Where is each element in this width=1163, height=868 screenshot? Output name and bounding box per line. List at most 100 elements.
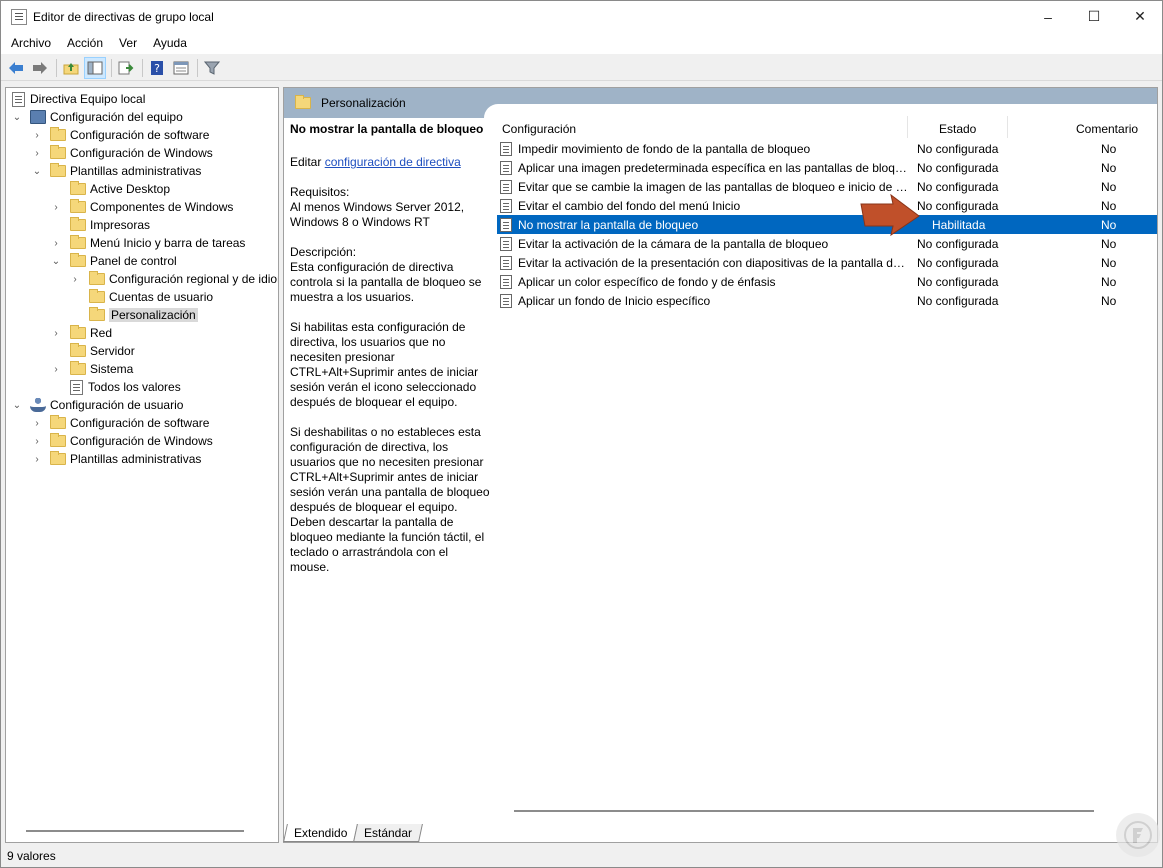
- policy-row[interactable]: Impedir movimiento de fondo de la pantal…: [497, 139, 1157, 158]
- tree-item-red[interactable]: › Red: [51, 324, 112, 342]
- app-window: Editor de directivas de grupo local – ☐ …: [0, 0, 1163, 868]
- chevron-right-icon[interactable]: ›: [32, 436, 42, 447]
- menu-accion[interactable]: Acción: [61, 36, 109, 50]
- tree-item-todos[interactable]: Todos los valores: [70, 378, 181, 396]
- tab-estandar[interactable]: Estándar: [353, 824, 424, 842]
- maximize-button[interactable]: ☐: [1071, 1, 1117, 32]
- tree-item-sistema[interactable]: › Sistema: [51, 360, 133, 378]
- export-list-icon[interactable]: [115, 57, 137, 79]
- up-folder-icon[interactable]: [60, 57, 82, 79]
- chevron-down-icon[interactable]: ⌄: [12, 400, 22, 411]
- toolbar-separator: [197, 58, 198, 77]
- policy-setting-icon: [500, 255, 512, 270]
- svg-text:?: ?: [154, 62, 160, 75]
- policy-row-selected[interactable]: No mostrar la pantalla de bloqueo Habilit…: [497, 215, 1157, 234]
- policy-row[interactable]: Aplicar un color específico de fondo y d…: [497, 272, 1157, 291]
- policy-row[interactable]: Evitar la activación de la presentación …: [497, 253, 1157, 272]
- tree-item-impresoras[interactable]: Impresoras: [70, 216, 150, 234]
- chevron-right-icon[interactable]: ›: [51, 238, 61, 249]
- tree-item-plantillas[interactable]: ⌄ Plantillas administrativas: [32, 162, 201, 180]
- title-bar: Editor de directivas de grupo local – ☐ …: [1, 1, 1162, 32]
- view-tabs: Extendido Estándar: [283, 822, 424, 842]
- all-settings-icon: [70, 379, 83, 395]
- tree-item-user-software[interactable]: › Configuración de software: [32, 414, 209, 432]
- toolbar-separator: [56, 58, 57, 77]
- tab-extendido[interactable]: Extendido: [283, 824, 359, 842]
- folder-icon: [50, 415, 66, 429]
- chevron-right-icon[interactable]: ›: [32, 130, 42, 141]
- policy-row[interactable]: Aplicar un fondo de Inicio específico No …: [497, 291, 1157, 310]
- close-button[interactable]: ✕: [1117, 1, 1163, 32]
- chevron-right-icon[interactable]: ›: [32, 148, 42, 159]
- menu-bar: Archivo Acción Ver Ayuda: [1, 32, 1162, 54]
- policy-row[interactable]: Evitar el cambio del fondo del menú Inic…: [497, 196, 1157, 215]
- folder-icon: [50, 127, 66, 141]
- minimize-button[interactable]: –: [1025, 1, 1071, 32]
- properties-icon[interactable]: [170, 57, 192, 79]
- chevron-right-icon[interactable]: ›: [70, 274, 80, 285]
- column-header-comment[interactable]: Comentario: [1076, 118, 1138, 140]
- policy-row[interactable]: Evitar que se cambie la imagen de las pa…: [497, 177, 1157, 196]
- tree-item-cuentas[interactable]: Cuentas de usuario: [89, 288, 213, 306]
- tree-item-servidor[interactable]: Servidor: [70, 342, 135, 360]
- chevron-right-icon[interactable]: ›: [32, 454, 42, 465]
- chevron-right-icon[interactable]: ›: [32, 418, 42, 429]
- tree-item-personalizacion[interactable]: Personalización: [89, 306, 198, 324]
- status-bar: 9 valores: [1, 844, 1162, 868]
- folder-icon: [70, 253, 86, 267]
- policy-setting-icon: [500, 236, 512, 251]
- show-hide-tree-icon[interactable]: [84, 56, 106, 79]
- status-count: 9 valores: [7, 849, 56, 863]
- policy-row[interactable]: Aplicar una imagen predeterminada especí…: [497, 158, 1157, 177]
- tree-item-software[interactable]: › Configuración de software: [32, 126, 209, 144]
- tree-item-configuracion-equipo[interactable]: ⌄ Configuración del equipo: [12, 108, 183, 126]
- forward-arrow-icon[interactable]: [29, 57, 51, 79]
- chevron-right-icon[interactable]: ›: [51, 328, 61, 339]
- column-separator[interactable]: [907, 116, 908, 138]
- folder-icon: [70, 325, 86, 339]
- tree-item-windows[interactable]: › Configuración de Windows: [32, 144, 213, 162]
- policy-setting-icon: [500, 293, 512, 308]
- back-arrow-icon[interactable]: [5, 57, 27, 79]
- tree-item-panel-control[interactable]: ⌄ Panel de control: [51, 252, 177, 270]
- tree-item-componentes[interactable]: › Componentes de Windows: [51, 198, 233, 216]
- details-scrollbar[interactable]: [514, 810, 1094, 812]
- chevron-right-icon[interactable]: ›: [51, 202, 61, 213]
- folder-icon: [70, 181, 86, 195]
- folder-icon: [70, 361, 86, 375]
- header-curve: [484, 104, 1157, 124]
- chevron-down-icon[interactable]: ⌄: [12, 112, 22, 123]
- menu-archivo[interactable]: Archivo: [5, 36, 57, 50]
- tree-item-regional[interactable]: › Configuración regional y de idioma: [70, 270, 278, 288]
- user-icon: [30, 398, 46, 412]
- tree-item-user-plantillas[interactable]: › Plantillas administrativas: [32, 450, 201, 468]
- filter-icon[interactable]: [201, 57, 223, 79]
- watermark-logo-icon: [1116, 813, 1160, 857]
- description-text: Esta configuración de directiva controla…: [290, 260, 482, 304]
- policy-row[interactable]: Evitar la activación de la cámara de la …: [497, 234, 1157, 253]
- folder-icon: [50, 451, 66, 465]
- tree-item-user-windows[interactable]: › Configuración de Windows: [32, 432, 213, 450]
- chevron-down-icon[interactable]: ⌄: [32, 166, 42, 177]
- column-header-state[interactable]: Estado: [939, 118, 976, 140]
- chevron-down-icon[interactable]: ⌄: [51, 256, 61, 267]
- menu-ver[interactable]: Ver: [113, 36, 143, 50]
- tree-root[interactable]: Directiva Equipo local: [12, 90, 145, 108]
- help-icon[interactable]: ?: [146, 57, 168, 79]
- toolbar: ?: [1, 55, 1162, 81]
- folder-icon: [50, 163, 66, 177]
- tree-item-active-desktop[interactable]: Active Desktop: [70, 180, 170, 198]
- column-header-config[interactable]: Configuración: [502, 118, 576, 140]
- edit-policy-link[interactable]: configuración de directiva: [325, 155, 461, 169]
- tree-item-menu-inicio[interactable]: › Menú Inicio y barra de tareas: [51, 234, 245, 252]
- tree-item-configuracion-usuario[interactable]: ⌄ Configuración de usuario: [12, 396, 183, 414]
- tree-scrollbar[interactable]: [26, 830, 244, 832]
- menu-ayuda[interactable]: Ayuda: [147, 36, 193, 50]
- folder-icon: [70, 235, 86, 249]
- folder-icon: [89, 271, 105, 285]
- policy-setting-icon: [500, 198, 512, 213]
- chevron-right-icon[interactable]: ›: [51, 364, 61, 375]
- column-separator[interactable]: [1007, 116, 1008, 138]
- window-title: Editor de directivas de grupo local: [33, 9, 214, 24]
- folder-icon: [89, 289, 105, 303]
